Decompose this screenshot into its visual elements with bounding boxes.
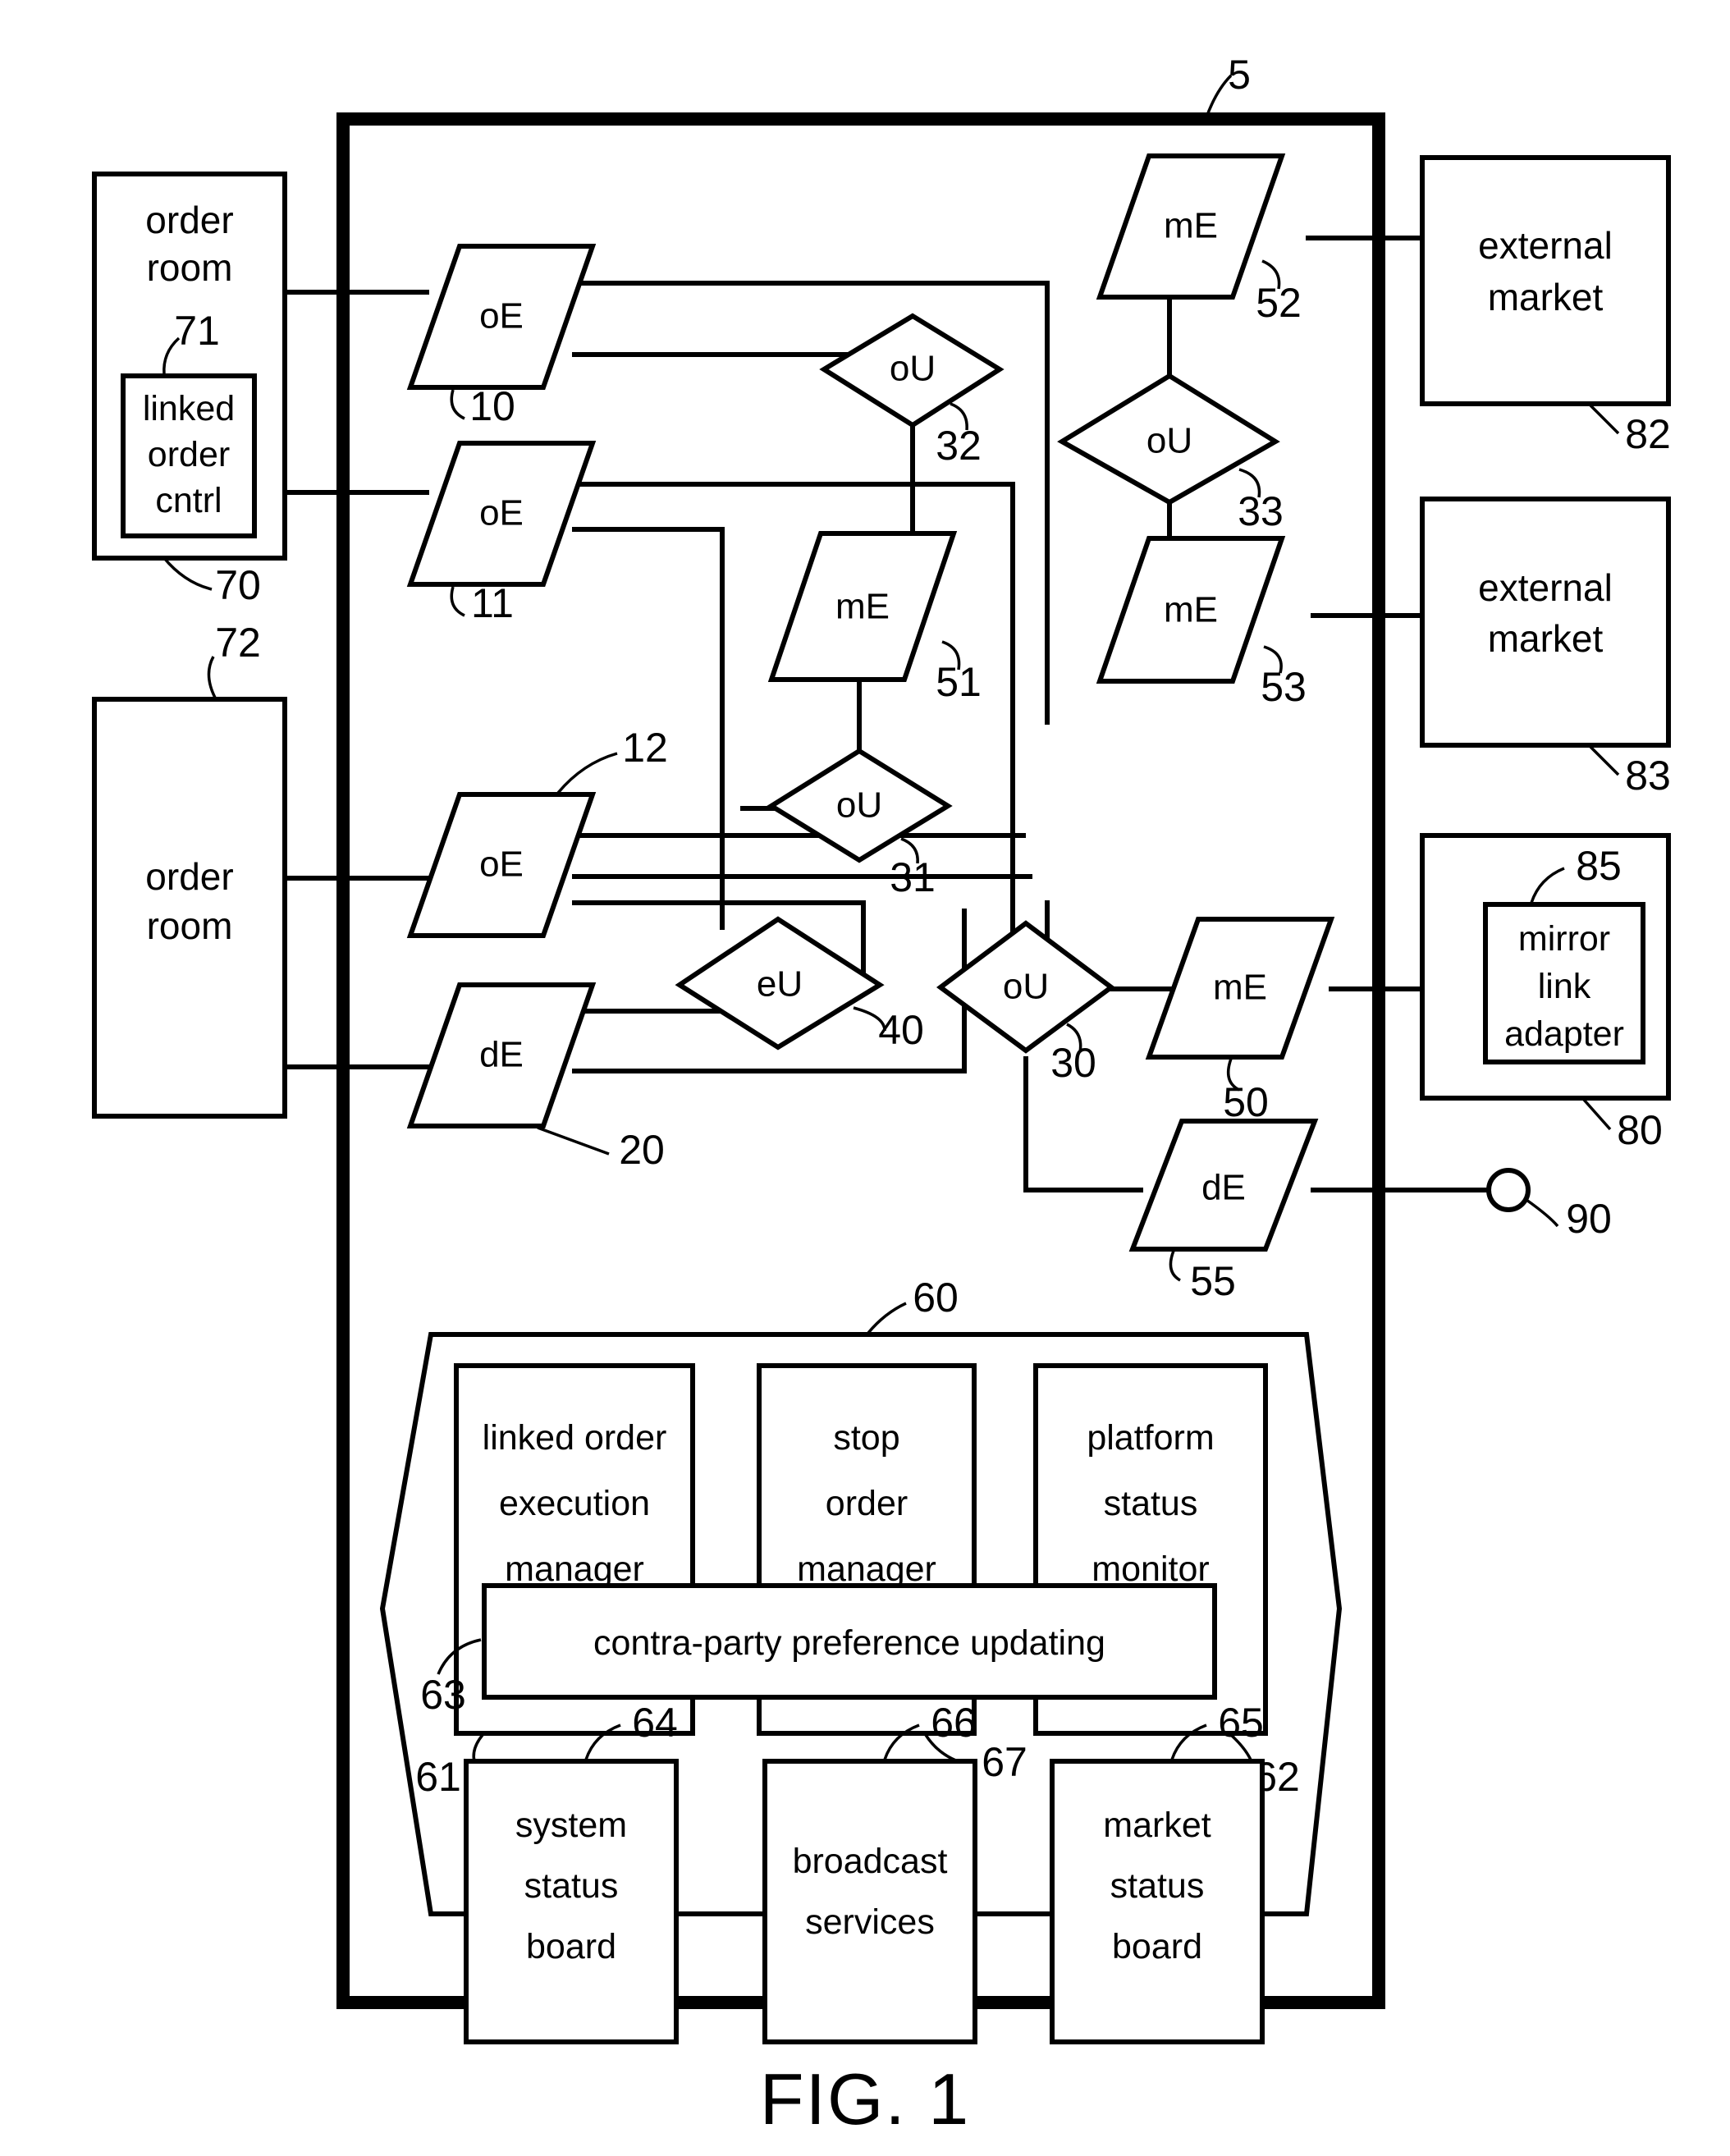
ref-number-33: 33 <box>1238 488 1284 534</box>
mirror-link-host-80[interactable]: mirror link adapter 85 80 <box>1420 833 1671 1153</box>
node-mE-52[interactable]: mE 52 <box>1096 153 1302 326</box>
linked-order-cntrl-line3: cntrl <box>155 481 222 520</box>
node-mE-50[interactable]: mE 50 <box>1145 917 1335 1125</box>
external-market-83-line1: external <box>1478 566 1613 609</box>
order-room-70-label-line1: order <box>145 199 233 241</box>
ref-number-10: 10 <box>469 383 515 429</box>
ref-number-platform: 5 <box>1228 52 1251 98</box>
external-market-83[interactable]: external market 83 <box>1420 497 1671 799</box>
ref-number-11: 11 <box>471 580 514 626</box>
ref-number-66: 66 <box>931 1700 977 1746</box>
services-block-60[interactable]: 60 linked order execution manager 61 sto… <box>379 1275 1343 2044</box>
ref-number-67: 67 <box>982 1739 1027 1785</box>
svc-67-line1: stop <box>833 1418 899 1458</box>
external-market-82[interactable]: external market 82 <box>1420 155 1671 457</box>
service-contra-party-preference-updating[interactable]: contra-party preference updating 63 <box>420 1583 1217 1718</box>
node-dE-55-label: dE <box>1201 1168 1246 1208</box>
node-eU-40[interactable]: eU 40 <box>675 916 924 1053</box>
ref-number-51: 51 <box>936 659 982 705</box>
linked-order-cntrl-line2: order <box>148 435 230 474</box>
svc-67-line3: manager <box>797 1549 936 1589</box>
node-oU-33[interactable]: oU 33 <box>1057 373 1284 534</box>
node-mE-51-label: mE <box>835 587 890 627</box>
ref-number-70: 70 <box>215 562 261 608</box>
node-oU-30-label: oU <box>1003 967 1049 1007</box>
mirror-link-adapter-line3: adapter <box>1504 1014 1624 1054</box>
node-dE-55[interactable]: dE 55 <box>1128 1119 1319 1304</box>
node-oU-32-label: oU <box>890 349 936 389</box>
ref-number-85: 85 <box>1576 843 1622 889</box>
linked-order-cntrl-line1: linked <box>143 389 235 428</box>
node-dE-20-label: dE <box>479 1035 524 1075</box>
ref-number-80: 80 <box>1617 1107 1663 1153</box>
ref-number-83: 83 <box>1625 753 1671 799</box>
svc-67-line2: order <box>826 1484 908 1523</box>
ref-number-65: 65 <box>1218 1700 1264 1746</box>
ref-number-60: 60 <box>913 1275 959 1321</box>
order-room-72[interactable]: order room 72 <box>92 620 287 1119</box>
ref-number-31: 31 <box>890 854 936 900</box>
svc-63-line1: contra-party preference updating <box>593 1623 1105 1663</box>
external-market-82-line1: external <box>1478 224 1613 267</box>
mirror-link-adapter-85[interactable]: mirror link adapter <box>1483 902 1645 1064</box>
ref-number-30: 30 <box>1050 1040 1096 1086</box>
ref-number-50: 50 <box>1223 1079 1269 1125</box>
patent-figure: 5 order room linked order cntrl 71 70 or… <box>0 0 1730 2156</box>
mirror-link-adapter-line2: link <box>1538 967 1591 1006</box>
svc-65-line3: board <box>1112 1927 1202 1966</box>
svc-61-line1: linked order <box>483 1418 667 1458</box>
node-oE-11[interactable]: oE 11 <box>406 441 597 626</box>
svc-62-line1: platform <box>1087 1418 1214 1458</box>
svc-62-line3: monitor <box>1092 1549 1209 1589</box>
svc-65-line2: status <box>1110 1866 1205 1906</box>
svc-61-line3: manager <box>505 1549 644 1589</box>
node-oU-31-label: oU <box>836 785 882 826</box>
ref-number-72: 72 <box>215 620 261 666</box>
ref-number-40: 40 <box>878 1007 924 1053</box>
ref-number-63: 63 <box>420 1672 466 1718</box>
ref-number-20: 20 <box>619 1127 665 1173</box>
order-room-70-label-line2: room <box>147 246 233 289</box>
node-oE-11-label: oE <box>479 493 524 533</box>
svc-62-line2: status <box>1104 1484 1198 1523</box>
svc-64-line3: board <box>526 1927 616 1966</box>
node-mE-52-label: mE <box>1164 206 1218 246</box>
svc-64-line2: status <box>524 1866 619 1906</box>
order-room-72-label-line2: room <box>147 904 233 947</box>
linked-order-cntrl-71[interactable]: linked order cntrl <box>121 373 257 538</box>
svc-66-line2: services <box>805 1902 935 1942</box>
node-oE-10[interactable]: oE 10 <box>406 244 597 429</box>
ref-number-55: 55 <box>1190 1258 1236 1304</box>
ref-number-32: 32 <box>936 423 982 469</box>
node-mE-51[interactable]: mE 51 <box>767 531 982 705</box>
svc-61-line2: execution <box>499 1484 650 1523</box>
mirror-link-adapter-line1: mirror <box>1518 919 1610 959</box>
figure-caption: FIG. 1 <box>760 2058 971 2140</box>
ref-number-52: 52 <box>1256 280 1302 326</box>
ref-number-82: 82 <box>1625 411 1671 457</box>
ref-number-71: 71 <box>174 308 220 354</box>
ref-number-12: 12 <box>622 725 668 771</box>
external-market-82-line2: market <box>1488 276 1604 318</box>
order-room-72-label-line1: order <box>145 855 233 898</box>
svc-66-line1: broadcast <box>793 1842 948 1881</box>
node-mE-53-label: mE <box>1164 590 1218 630</box>
svc-65-line1: market <box>1103 1806 1211 1845</box>
node-mE-50-label: mE <box>1213 968 1267 1008</box>
node-eU-40-label: eU <box>757 964 803 1005</box>
ref-number-64: 64 <box>632 1700 678 1746</box>
node-oU-33-label: oU <box>1146 421 1192 461</box>
node-oE-12-label: oE <box>479 845 524 885</box>
order-room-70[interactable]: order room linked order cntrl 71 70 <box>92 172 287 608</box>
node-oE-10-label: oE <box>479 296 524 336</box>
endpoint-node-90[interactable]: 90 <box>1486 1168 1612 1242</box>
ref-number-90: 90 <box>1566 1196 1612 1242</box>
ref-number-61: 61 <box>415 1754 461 1800</box>
external-market-83-line2: market <box>1488 617 1604 660</box>
node-mE-53[interactable]: mE 53 <box>1096 536 1307 710</box>
svc-64-line1: system <box>515 1806 627 1845</box>
ref-number-53: 53 <box>1261 664 1307 710</box>
